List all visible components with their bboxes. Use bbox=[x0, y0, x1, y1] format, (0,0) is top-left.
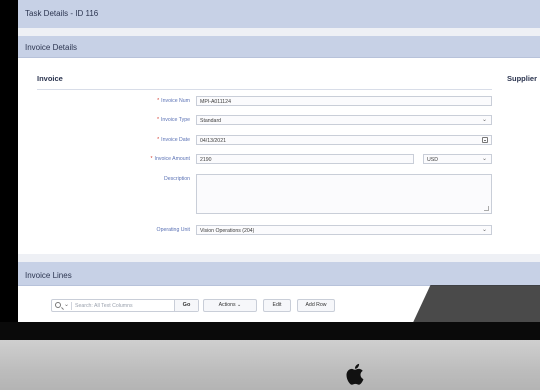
calendar-icon[interactable] bbox=[482, 137, 488, 143]
chevron-down-icon: ⌄ bbox=[237, 302, 242, 308]
required-marker: * bbox=[157, 98, 160, 104]
invoice-lines-title: Invoice Lines bbox=[25, 271, 72, 280]
monitor-bezel bbox=[0, 0, 18, 322]
invoice-num-field[interactable]: MPI-A011124 bbox=[196, 96, 492, 106]
chevron-down-icon[interactable]: ⌄ bbox=[64, 301, 69, 308]
supplier-section-title: Supplier bbox=[507, 74, 538, 83]
invoice-details-header: Invoice Details bbox=[18, 36, 540, 58]
resize-handle-icon[interactable] bbox=[484, 206, 489, 211]
actions-button[interactable]: Actions ⌄ bbox=[203, 299, 257, 312]
monitor-stand bbox=[0, 340, 540, 390]
chevron-down-icon: ⌄ bbox=[481, 227, 487, 233]
search-box[interactable]: ⌄ Search: All Text Columns Go bbox=[51, 299, 199, 312]
edit-button[interactable]: Edit bbox=[263, 299, 291, 312]
operating-unit-label: Operating Unit bbox=[156, 227, 190, 233]
operating-unit-select[interactable]: Vision Operations (204) ⌄ bbox=[196, 225, 492, 235]
go-button[interactable]: Go bbox=[174, 300, 198, 311]
currency-select[interactable]: USD ⌄ bbox=[423, 154, 492, 164]
invoice-amount-label: * Invoice Amount bbox=[150, 156, 191, 162]
invoice-lines-header: Invoice Lines bbox=[18, 262, 540, 286]
invoice-details-card: Invoice Details Invoice Supplier * Invoic… bbox=[18, 36, 540, 254]
invoice-date-field[interactable]: 04/13/2021 bbox=[196, 135, 492, 145]
invoice-section-divider bbox=[37, 89, 492, 90]
invoice-section-title: Invoice bbox=[37, 74, 63, 83]
task-header: Task Details - ID 116 bbox=[18, 0, 540, 28]
search-divider bbox=[71, 302, 72, 310]
invoice-type-select[interactable]: Standard ⌄ bbox=[196, 115, 492, 125]
invoice-date-label: * Invoice Date bbox=[157, 137, 190, 143]
task-title: Task Details - ID 116 bbox=[25, 9, 99, 18]
monitor-chin bbox=[0, 322, 540, 340]
invoice-amount-field[interactable]: 2190 bbox=[196, 154, 414, 164]
required-marker: * bbox=[157, 137, 160, 143]
invoice-type-label: * Invoice Type bbox=[156, 117, 190, 123]
chevron-down-icon: ⌄ bbox=[481, 156, 487, 162]
description-label: Description bbox=[164, 176, 190, 182]
required-marker: * bbox=[156, 117, 159, 123]
required-marker: * bbox=[150, 156, 153, 162]
search-icon[interactable] bbox=[55, 302, 61, 308]
apple-logo bbox=[346, 363, 364, 385]
chevron-down-icon: ⌄ bbox=[481, 117, 487, 123]
invoice-details-title: Invoice Details bbox=[25, 43, 78, 52]
screen: Task Details - ID 116 Invoice Details In… bbox=[18, 0, 540, 322]
invoice-num-label: * Invoice Num bbox=[157, 98, 190, 104]
add-row-button[interactable]: Add Row bbox=[297, 299, 335, 312]
description-textarea[interactable] bbox=[196, 174, 492, 214]
search-input[interactable]: Search: All Text Columns bbox=[75, 303, 133, 309]
